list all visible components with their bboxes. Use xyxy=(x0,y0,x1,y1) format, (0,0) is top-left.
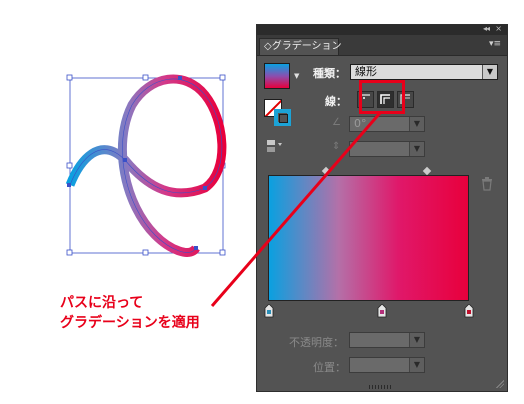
annotation-highlight-box xyxy=(359,80,405,114)
tab-gradient[interactable]: ◇グラデーション xyxy=(259,38,342,55)
bbox-handle-tm[interactable] xyxy=(142,74,149,81)
trash-icon[interactable] xyxy=(481,177,493,191)
anchor-point[interactable] xyxy=(178,76,182,80)
type-label: 種類： xyxy=(313,67,346,80)
chevron-down-icon: ▼ xyxy=(409,142,424,156)
anchor-point[interactable] xyxy=(123,158,127,162)
chevron-down-icon: ▼ xyxy=(482,65,497,79)
chevron-down-icon: ▼ xyxy=(409,117,424,131)
close-icon[interactable]: × xyxy=(495,24,502,33)
anchor-point[interactable] xyxy=(67,183,71,187)
stroke-label: 線： xyxy=(325,95,347,108)
gradient-slider[interactable] xyxy=(268,175,469,301)
position-label: 位置： xyxy=(313,361,346,374)
stroke-icon[interactable] xyxy=(274,109,291,126)
type-dropdown-value: 線形 xyxy=(355,65,377,78)
angle-icon: ∠ xyxy=(332,117,341,128)
opacity-label: 不透明度： xyxy=(289,336,344,349)
bbox-handle-bm[interactable] xyxy=(142,249,149,256)
anchor-point[interactable] xyxy=(203,186,207,190)
anchor-point[interactable] xyxy=(194,246,198,250)
angle-field[interactable]: 0° ▼ xyxy=(349,116,425,132)
panel-menu-icon[interactable]: ▾≡ xyxy=(489,39,501,49)
aspect-ratio-field[interactable]: ▼ xyxy=(349,141,425,157)
type-dropdown[interactable]: 線形 ▼ xyxy=(350,64,498,80)
aspect-ratio-icon: ⇕ xyxy=(332,141,341,152)
midpoint-diamond[interactable] xyxy=(422,166,432,176)
midpoint-diamond[interactable] xyxy=(321,166,331,176)
gradient-stop-start[interactable] xyxy=(264,304,274,318)
fill-stroke-toggle[interactable] xyxy=(264,99,296,129)
opacity-field[interactable]: ▼ xyxy=(349,332,425,348)
bbox-handle-br[interactable] xyxy=(219,249,226,256)
gradient-stop-middle[interactable] xyxy=(377,304,387,318)
callout-line-2: グラデーションを適用 xyxy=(60,315,200,331)
chevron-down-icon: ▼ xyxy=(409,358,424,372)
angle-value: 0° xyxy=(354,117,367,130)
artwork-canvas xyxy=(65,74,227,257)
annotation-callout: パスに沿って グラデーションを適用 xyxy=(60,293,200,333)
bbox-handle-ml[interactable] xyxy=(66,162,73,169)
reverse-gradient-icon[interactable] xyxy=(266,139,284,153)
callout-line-1: パスに沿って xyxy=(60,295,144,311)
collapse-icon[interactable]: ◂◂ xyxy=(483,24,490,33)
resize-grip-icon[interactable] xyxy=(496,380,504,388)
gradient-stop-end[interactable] xyxy=(464,304,474,318)
bbox-handle-tr[interactable] xyxy=(219,74,226,81)
position-field[interactable]: ▼ xyxy=(349,357,425,373)
bbox-handle-tl[interactable] xyxy=(66,74,73,81)
artboard xyxy=(0,0,258,404)
gradient-swatch[interactable] xyxy=(264,63,290,89)
panel-bottom-grip[interactable] xyxy=(369,385,393,389)
swatch-dropdown-icon[interactable]: ▼ xyxy=(294,72,299,80)
panel-tab-bar: ◇グラデーション ▾≡ xyxy=(257,35,507,56)
panel-title-strip[interactable]: ◂◂ × xyxy=(257,24,507,35)
chevron-down-icon: ▼ xyxy=(409,333,424,347)
gradient-stroke-path[interactable] xyxy=(65,74,227,257)
bbox-handle-bl[interactable] xyxy=(66,249,73,256)
